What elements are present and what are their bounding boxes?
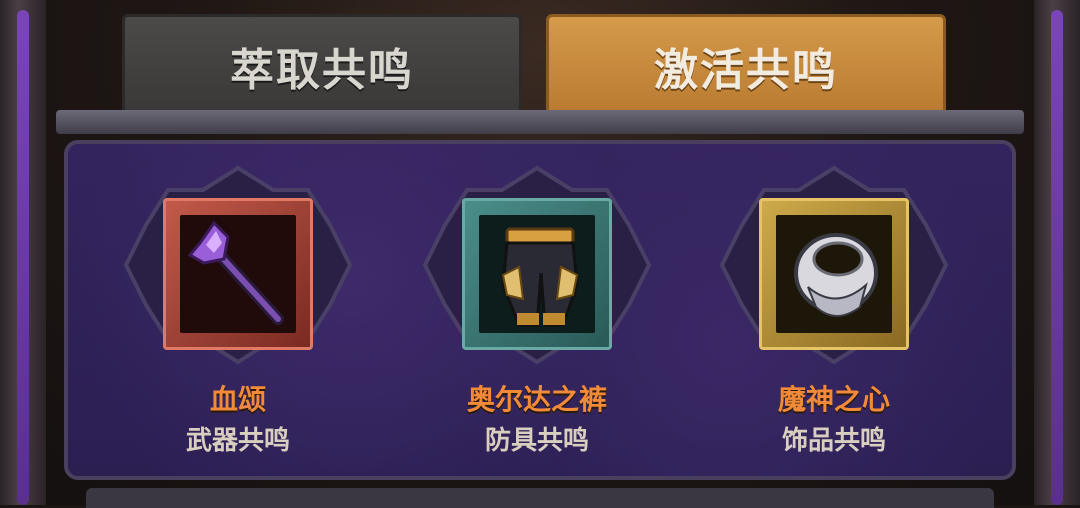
left-pillar bbox=[0, 0, 46, 505]
slot-weapon[interactable]: 血颂 武器共鸣 bbox=[118, 160, 358, 460]
item-frame bbox=[163, 198, 313, 350]
tab-extract-resonance[interactable]: 萃取共鸣 bbox=[122, 14, 522, 118]
item-name: 奥尔达之裤 bbox=[466, 383, 607, 416]
pants-icon bbox=[501, 227, 579, 327]
item-name: 血颂 bbox=[209, 383, 266, 416]
mace-icon bbox=[187, 220, 284, 325]
ring-icon bbox=[794, 233, 878, 317]
item-frame bbox=[759, 198, 909, 350]
item-name: 魔神之心 bbox=[777, 383, 890, 416]
item-type: 防具共鸣 bbox=[484, 426, 589, 456]
right-pillar bbox=[1034, 0, 1080, 505]
slot-accessory[interactable]: 魔神之心 饰品共鸣 bbox=[714, 160, 954, 460]
slot-armor[interactable]: 奥尔达之裤 防具共鸣 bbox=[417, 160, 657, 460]
tab-divider bbox=[56, 110, 1024, 134]
item-type: 饰品共鸣 bbox=[781, 426, 886, 456]
item-frame bbox=[462, 198, 612, 350]
bottom-ledge bbox=[86, 488, 994, 508]
item-type: 武器共鸣 bbox=[185, 426, 290, 456]
tab-activate-resonance[interactable]: 激活共鸣 bbox=[546, 14, 946, 118]
